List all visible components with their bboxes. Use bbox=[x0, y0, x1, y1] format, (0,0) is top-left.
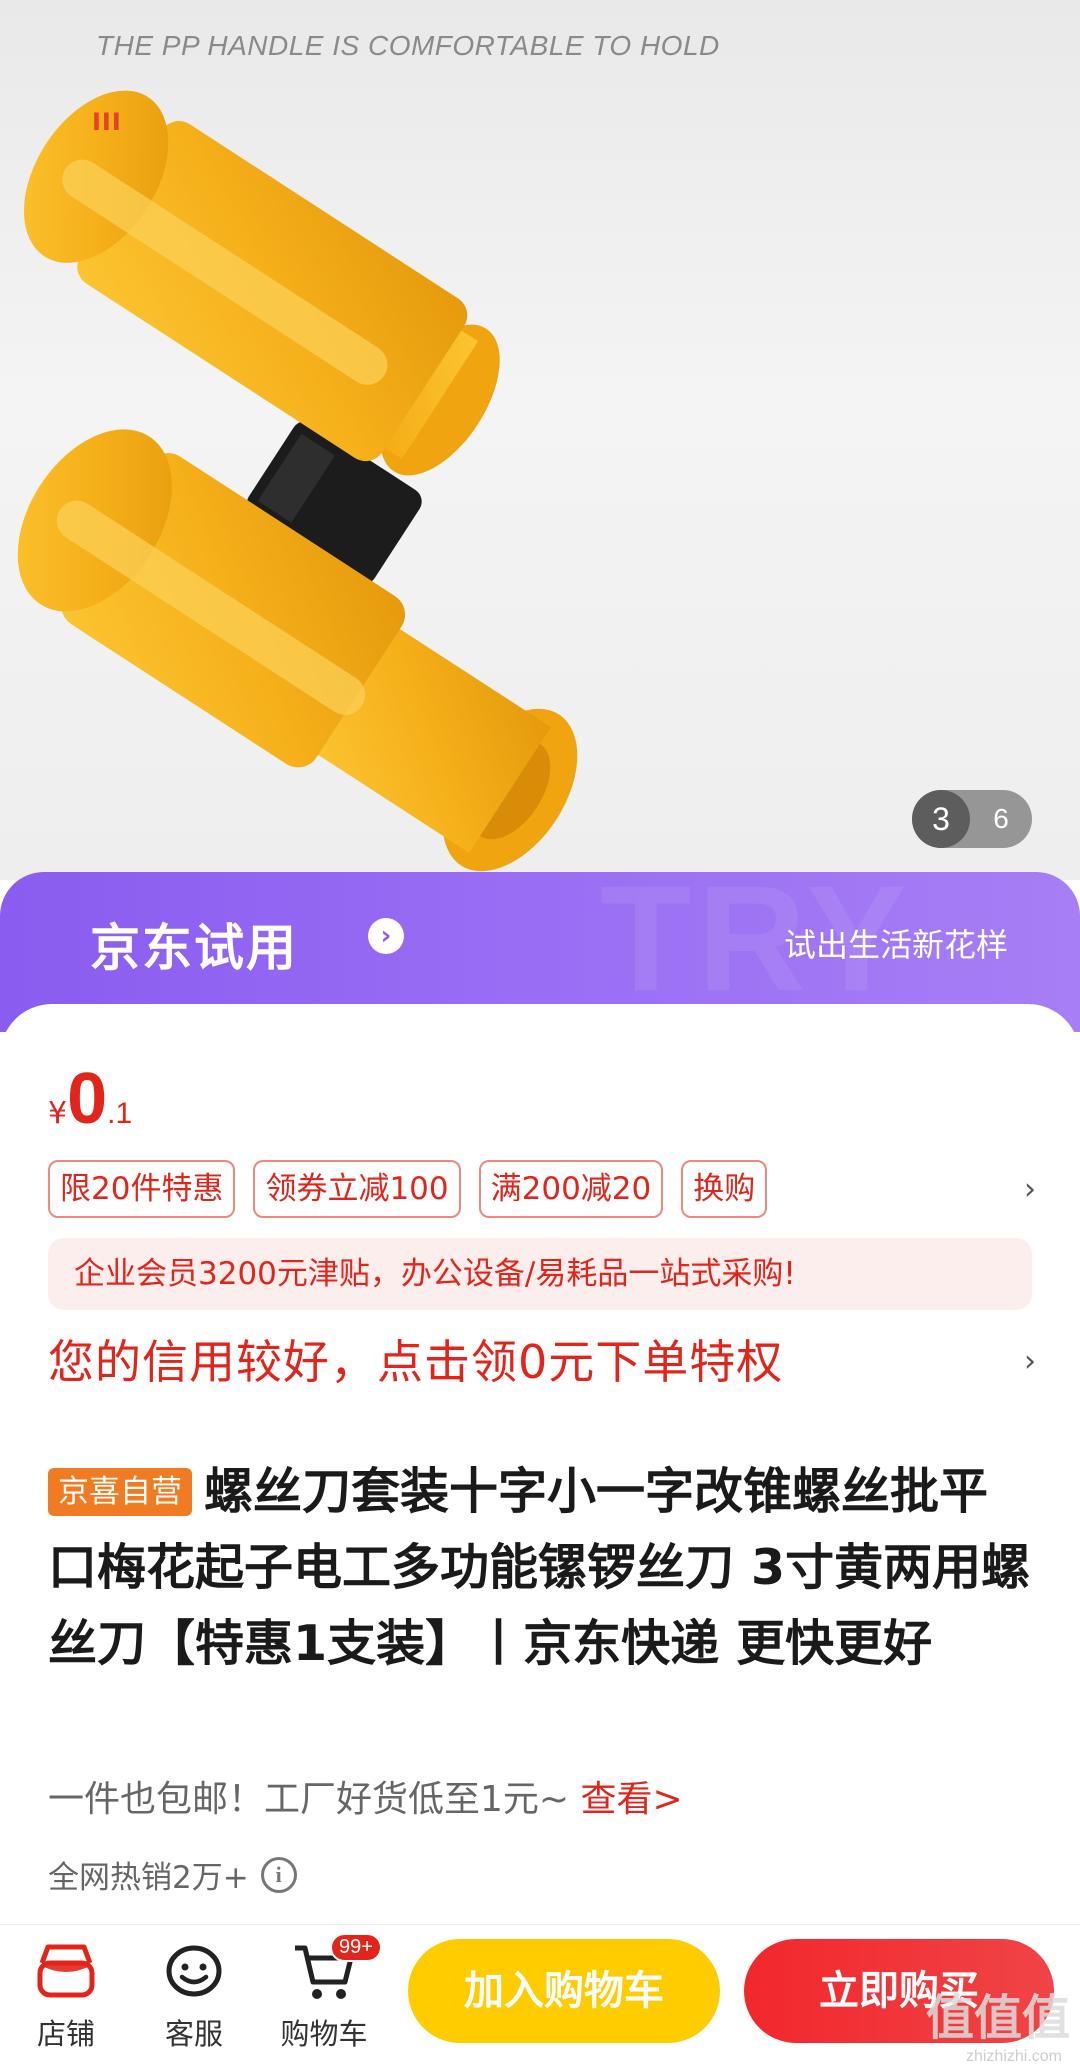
customer-service-button[interactable]: 客服 bbox=[144, 1939, 244, 2053]
store-button[interactable]: 店铺 bbox=[16, 1939, 116, 2053]
cart-count-badge: 99+ bbox=[330, 1933, 382, 1962]
price-integer: 0 bbox=[67, 1059, 108, 1139]
promo-tag[interactable]: 满200减20 bbox=[478, 1160, 664, 1218]
chevron-right-icon[interactable]: › bbox=[368, 918, 404, 954]
watermark-logo: 值值值 bbox=[925, 1990, 1070, 2046]
price-symbol: ¥ bbox=[48, 1096, 68, 1131]
trial-slogan: 试出生活新花样 bbox=[783, 926, 1008, 964]
enterprise-banner[interactable]: 企业会员3200元津贴，办公设备/易耗品一站式采购! bbox=[48, 1238, 1032, 1310]
product-title-text: 螺丝刀套装十字小一字改锥螺丝批平口梅花起子电工多功能镙锣丝刀 3寸黄两用螺丝刀【… bbox=[48, 1463, 1031, 1672]
price: ¥ 0 .1 bbox=[48, 1058, 132, 1140]
shipping-promo-text: 一件也包邮！工厂好货低至1元~ bbox=[48, 1779, 581, 1820]
cart-button[interactable]: 99+ 购物车 bbox=[274, 1933, 382, 2053]
promo-tags[interactable]: 限20件特惠 领券立减100 满200减20 换购 bbox=[48, 1160, 768, 1218]
customer-service-label: 客服 bbox=[164, 2017, 223, 2051]
add-to-cart-button[interactable]: 加入购物车 bbox=[408, 1939, 720, 2043]
info-icon[interactable]: i bbox=[260, 1856, 297, 1893]
cart-icon: 99+ bbox=[274, 1933, 382, 2003]
sales-text: 全网热销2万+ bbox=[48, 1860, 249, 1896]
product-info-card: ¥ 0 .1 限20件特惠 领券立减100 满200减20 换购 › 企业会员3… bbox=[0, 1004, 1080, 1924]
pager-current: 3 bbox=[912, 790, 970, 848]
bottom-action-bar: 店铺 客服 99+ 购物车 加入购物车 立即购买 值值值 zhizhizhi.c… bbox=[0, 1924, 1080, 2072]
store-label: 店铺 bbox=[36, 2017, 95, 2051]
self-operated-badge: 京喜自营 bbox=[48, 1468, 192, 1516]
sales-info: 全网热销2万+ i bbox=[48, 1852, 297, 1897]
image-pager[interactable]: 3 6 bbox=[912, 790, 1032, 848]
trial-title: 京东试用 bbox=[90, 919, 298, 977]
view-link[interactable]: 查看> bbox=[581, 1779, 683, 1820]
promo-tag[interactable]: 换购 bbox=[681, 1160, 768, 1218]
screwdriver-photo bbox=[17, 90, 578, 872]
cart-label: 购物车 bbox=[280, 2017, 368, 2051]
smiley-chat-icon bbox=[144, 1939, 244, 2003]
credit-privilege-link[interactable]: 您的信用较好，点击领0元下单特权 bbox=[48, 1326, 783, 1392]
chevron-right-icon[interactable]: › bbox=[1024, 1344, 1036, 1379]
promo-tag[interactable]: 领券立减100 bbox=[253, 1160, 461, 1218]
image-marks: III bbox=[92, 108, 122, 136]
watermark-url: zhizhizhi.com bbox=[965, 2048, 1062, 2065]
promo-tag[interactable]: 限20件特惠 bbox=[48, 1160, 236, 1218]
image-caption: THE PP HANDLE IS COMFORTABLE TO HOLD bbox=[96, 30, 720, 61]
chevron-right-icon[interactable]: › bbox=[1024, 1172, 1036, 1207]
shipping-promo: 一件也包邮！工厂好货低至1元~ 查看> bbox=[48, 1770, 683, 1822]
pager-total: 6 bbox=[993, 803, 1009, 834]
product-image-carousel[interactable]: THE PP HANDLE IS COMFORTABLE TO HOLD III… bbox=[0, 0, 1080, 880]
price-decimal: .1 bbox=[107, 1097, 133, 1130]
store-icon bbox=[16, 1939, 116, 2003]
product-title: 京喜自营 螺丝刀套装十字小一字改锥螺丝批平口梅花起子电工多功能镙锣丝刀 3寸黄两用… bbox=[48, 1454, 1032, 1682]
